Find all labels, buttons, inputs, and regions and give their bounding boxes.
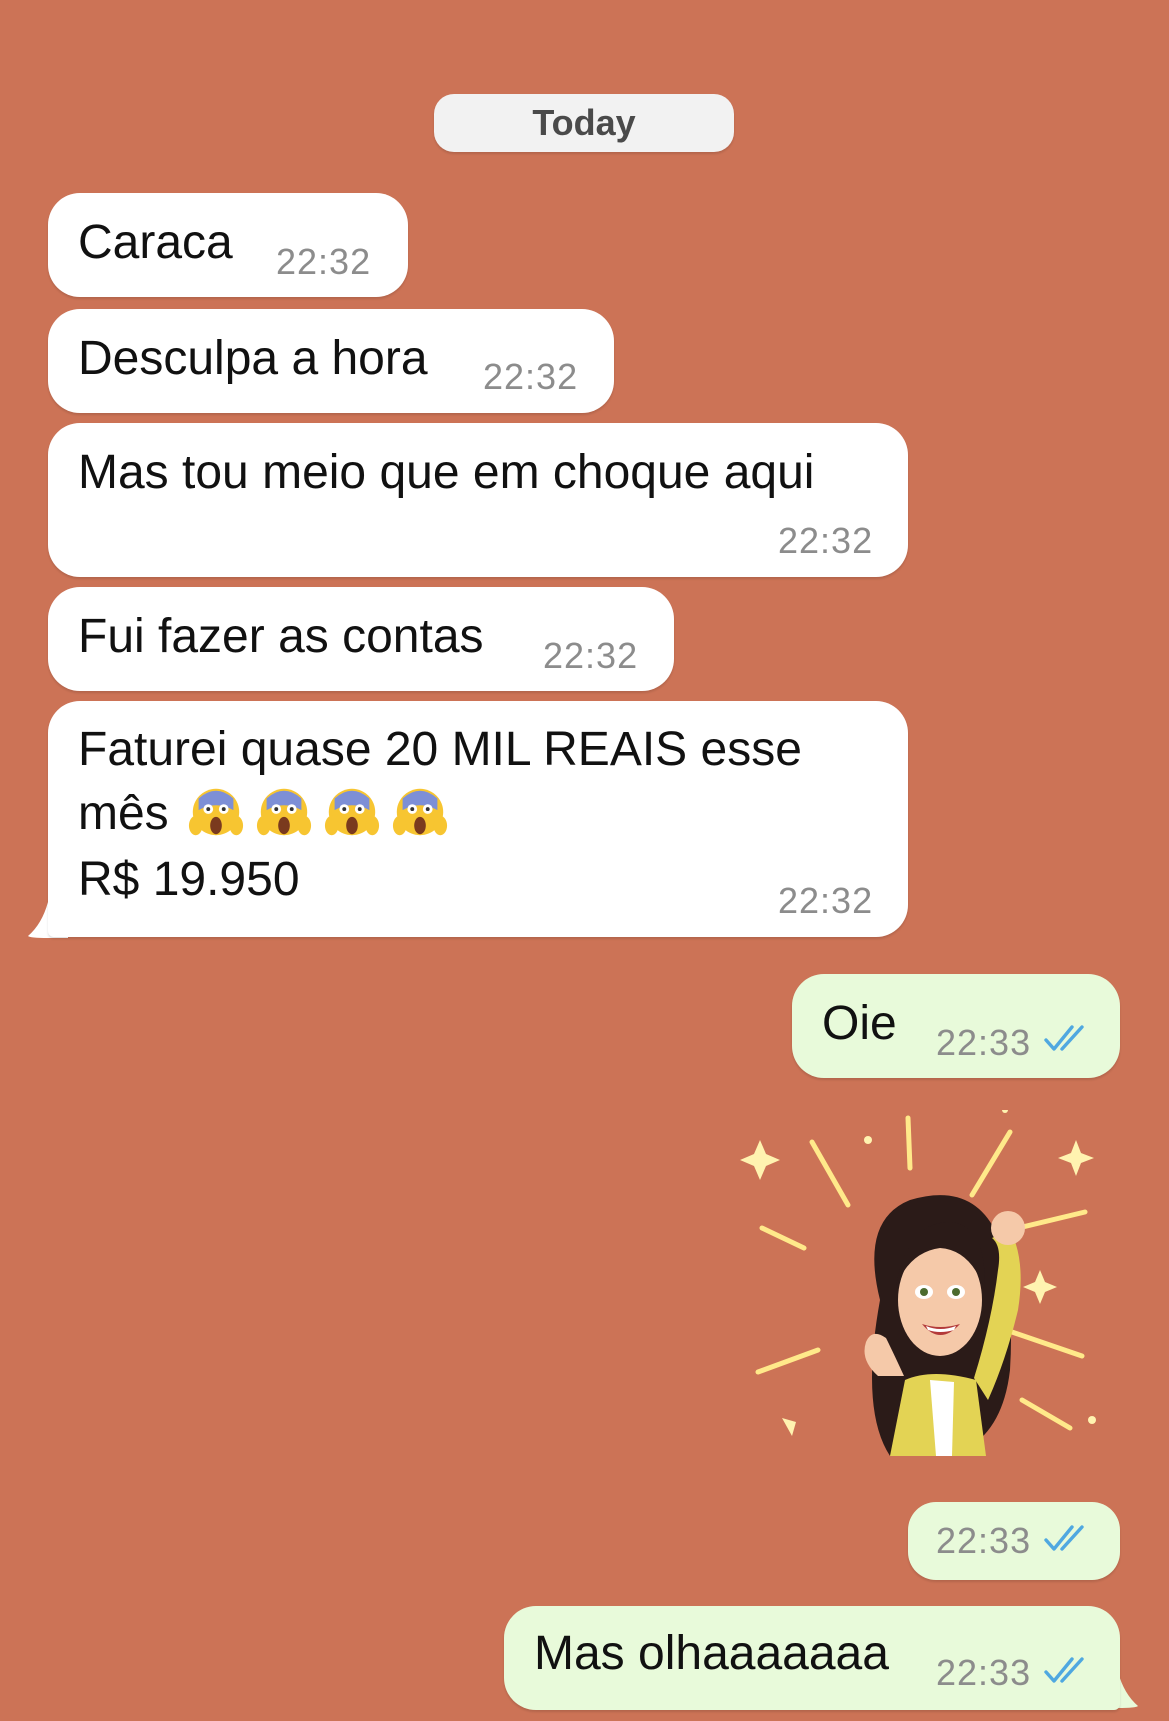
message-text-line: R$ 19.950	[78, 853, 300, 906]
message-text-word: mês	[78, 787, 169, 840]
message-text: Desculpa a hora	[78, 332, 428, 385]
message-timestamp: 22:32	[543, 635, 639, 676]
message-text: Mas tou meio que em choque aqui	[78, 446, 815, 499]
message-text: Oie	[822, 997, 897, 1050]
message-text: Fui fazer as contas	[78, 610, 484, 663]
screaming-face-emoji	[256, 789, 311, 836]
screaming-face-emoji	[188, 789, 243, 836]
read-receipt-icon	[1044, 1025, 1084, 1051]
celebrating-woman-sticker[interactable]	[740, 1110, 1110, 1490]
message-text: Mas olhaaaaaaa	[534, 1627, 889, 1680]
message-text: Caraca	[78, 216, 233, 269]
read-receipt-icon	[1044, 1525, 1084, 1551]
message-timestamp: 22:33	[936, 1022, 1032, 1063]
read-receipt-icon	[1044, 1657, 1084, 1683]
screaming-face-emoji	[392, 789, 447, 836]
message-timestamp: 22:33	[936, 1652, 1032, 1693]
date-separator: Today	[434, 94, 734, 152]
screaming-face-emoji	[324, 789, 379, 836]
message-timestamp: 22:32	[483, 356, 579, 397]
message-text-line: mês	[78, 782, 459, 846]
message-timestamp: 22:33	[936, 1520, 1032, 1561]
message-timestamp: 22:32	[778, 520, 874, 561]
message-timestamp: 22:32	[778, 880, 874, 921]
message-timestamp: 22:32	[276, 241, 372, 282]
message-text-line: Faturei quase 20 MIL REAIS esse	[78, 723, 802, 776]
